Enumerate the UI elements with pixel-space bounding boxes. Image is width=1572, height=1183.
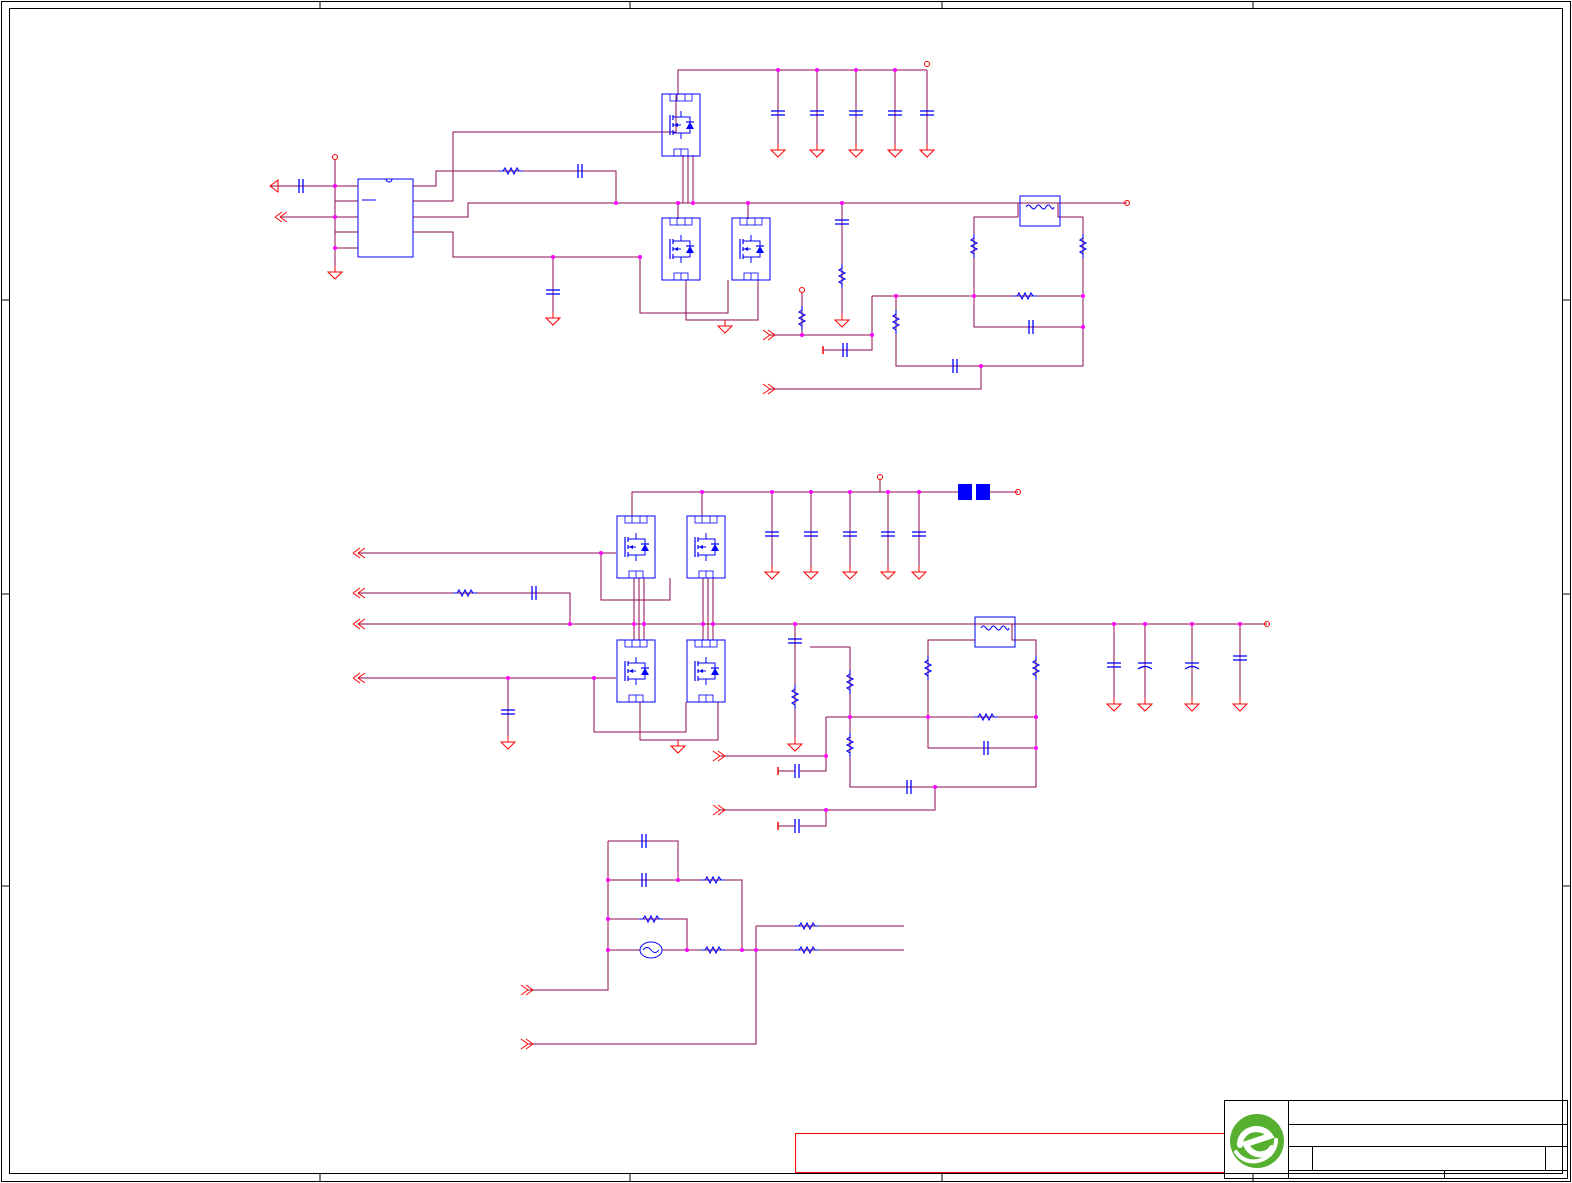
sheet-frame — [1, 1, 1571, 1182]
full-bridge-stage-2 — [352, 474, 1270, 834]
schematic-sheet — [0, 0, 1572, 1183]
ntc-sense-network — [520, 833, 904, 1050]
company-logo — [1230, 1114, 1284, 1168]
half-bridge-stage-1 — [269, 61, 1130, 395]
note-box — [795, 1133, 1225, 1173]
